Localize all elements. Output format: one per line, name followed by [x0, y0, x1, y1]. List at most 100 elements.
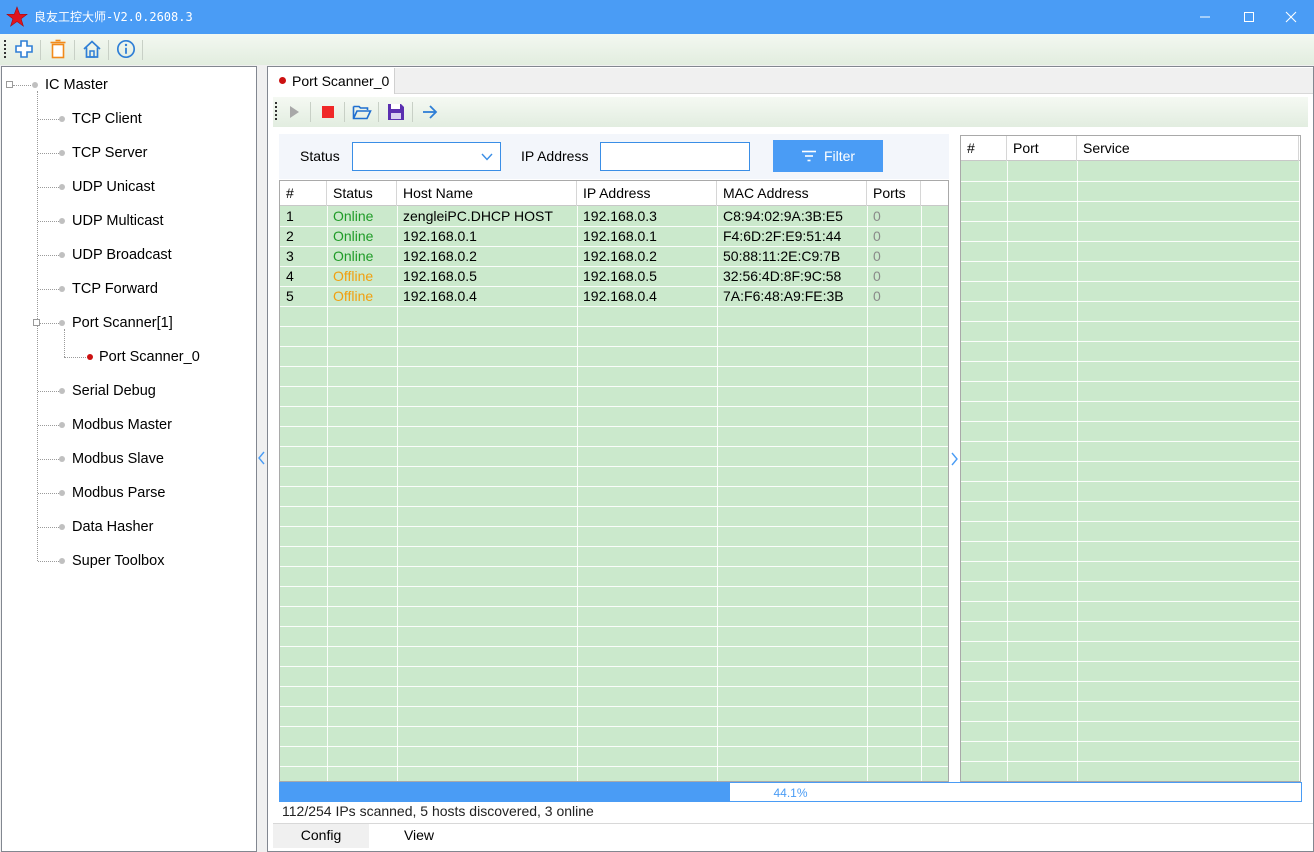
grid-row-line: [961, 221, 1300, 222]
tree-item-port-scanner[interactable]: Port Scanner[1]: [72, 313, 173, 333]
col-header-ip-address[interactable]: IP Address: [577, 181, 717, 206]
tree-item-udp-broadcast[interactable]: UDP Broadcast: [72, 245, 172, 265]
hosts-table-header: # Status Host Name IP Address MAC Addres…: [280, 181, 921, 206]
grid-row-line: [961, 621, 1300, 622]
grid-row-line: [280, 666, 948, 667]
tree-item-super-toolbox[interactable]: Super Toolbox: [72, 551, 164, 571]
grid-row-line: [961, 241, 1300, 242]
cell-mac: F4:6D:2F:E9:51:44: [723, 228, 842, 244]
minimize-button[interactable]: [1182, 0, 1228, 34]
tree-item-data-hasher[interactable]: Data Hasher: [72, 517, 153, 537]
grid-row-line: [280, 606, 948, 607]
cell-host: 192.168.0.5: [403, 268, 477, 284]
tree-node-dot: [32, 82, 38, 88]
scanner-toolbar-grip[interactable]: [275, 102, 278, 122]
tree-item-udp-unicast[interactable]: UDP Unicast: [72, 177, 155, 197]
grid-row-line: [280, 486, 948, 487]
ports-table[interactable]: # Port Service: [960, 135, 1301, 782]
tree-item-serial-debug[interactable]: Serial Debug: [72, 381, 156, 401]
col-header-num[interactable]: #: [280, 181, 327, 206]
ip-filter-input[interactable]: [600, 142, 750, 171]
cell-num: 2: [286, 228, 294, 244]
grid-row-line: [961, 721, 1300, 722]
tab-view[interactable]: View: [369, 824, 469, 848]
cell-ip: 192.168.0.5: [583, 268, 657, 284]
grid-row-line: [280, 426, 948, 427]
tree-root-ic-master[interactable]: IC Master: [45, 75, 108, 95]
chevron-down-icon: [481, 153, 493, 161]
tree-item-port-scanner-0[interactable]: Port Scanner_0: [99, 347, 200, 367]
delete-button[interactable]: [46, 37, 70, 61]
folder-open-icon: [352, 105, 372, 120]
filter-button[interactable]: Filter: [773, 140, 883, 172]
col-header-port-num[interactable]: #: [961, 136, 1007, 161]
grid-row-line: [961, 481, 1300, 482]
table-row[interactable]: 4 Offline 192.168.0.5 192.168.0.5 32:56:4D:8…: [280, 266, 921, 286]
start-scan-button[interactable]: [282, 100, 306, 124]
cell-status: Online: [333, 208, 374, 224]
table-row[interactable]: 3 Online 192.168.0.2 192.168.0.2 50:88:11:2E…: [280, 246, 921, 266]
play-icon: [290, 106, 299, 118]
col-header-service[interactable]: Service: [1077, 136, 1299, 161]
add-button[interactable]: [12, 37, 36, 61]
tree-item-tcp-server[interactable]: TCP Server: [72, 143, 147, 163]
toolbar-grip[interactable]: [4, 40, 7, 60]
grid-row-line: [280, 586, 948, 587]
tree-item-tcp-client[interactable]: TCP Client: [72, 109, 142, 129]
scan-progress-bar: 44.1%: [279, 782, 1302, 802]
cell-host: 192.168.0.4: [403, 288, 477, 304]
tree-item-modbus-master[interactable]: Modbus Master: [72, 415, 172, 435]
grid-row-line: [280, 406, 948, 407]
status-filter-select[interactable]: [352, 142, 501, 171]
tab-config[interactable]: Config: [273, 824, 369, 848]
grid-row-line: [961, 381, 1300, 382]
table-row[interactable]: 5 Offline 192.168.0.4 192.168.0.4 7A:F6:48:A…: [280, 286, 921, 306]
stop-scan-button[interactable]: [316, 100, 340, 124]
grid-row-line: [280, 566, 948, 567]
root-collapse-toggle[interactable]: [6, 81, 13, 88]
col-header-port[interactable]: Port: [1007, 136, 1077, 161]
tree-item-modbus-parse[interactable]: Modbus Parse: [72, 483, 166, 503]
table-row[interactable]: 2 Online 192.168.0.1 192.168.0.1 F4:6D:2F:E9…: [280, 226, 921, 246]
col-header-mac-address[interactable]: MAC Address: [717, 181, 867, 206]
minimize-icon: [1200, 16, 1210, 18]
cell-num: 3: [286, 248, 294, 264]
home-button[interactable]: [80, 37, 104, 61]
close-icon: [1285, 11, 1297, 23]
home-icon: [83, 40, 101, 58]
cell-mac: C8:94:02:9A:3B:E5: [723, 208, 843, 224]
cell-host: 192.168.0.1: [403, 228, 477, 244]
col-header-host-name[interactable]: Host Name: [397, 181, 577, 206]
hosts-table[interactable]: # Status Host Name IP Address MAC Addres…: [279, 180, 949, 782]
save-button[interactable]: [384, 100, 408, 124]
grid-row-line: [280, 386, 948, 387]
collapse-left-arrow-icon[interactable]: [257, 451, 267, 465]
close-button[interactable]: [1268, 0, 1314, 34]
doc-tab-port-scanner-0[interactable]: Port Scanner_0: [270, 68, 395, 94]
cell-ip: 192.168.0.3: [583, 208, 657, 224]
port-scanner-collapse-toggle[interactable]: [33, 319, 40, 326]
maximize-button[interactable]: [1226, 0, 1272, 34]
add-icon: [15, 40, 33, 58]
col-header-ports[interactable]: Ports: [867, 181, 921, 206]
tree-item-udp-multicast[interactable]: UDP Multicast: [72, 211, 164, 231]
navigation-tree: IC Master TCP Client TCP Server UDP Unic…: [1, 66, 257, 852]
cell-mac: 50:88:11:2E:C9:7B: [723, 248, 841, 264]
grid-row-line: [280, 726, 948, 727]
bottom-tab-strip: Config View: [273, 823, 1313, 848]
col-header-status[interactable]: Status: [327, 181, 397, 206]
grid-row-line: [961, 461, 1300, 462]
tree-item-modbus-slave[interactable]: Modbus Slave: [72, 449, 164, 469]
window-title: 良友工控大师-V2.0.2608.3: [34, 10, 193, 24]
open-file-button[interactable]: [350, 100, 374, 124]
info-button[interactable]: [114, 37, 138, 61]
title-bar: 良友工控大师-V2.0.2608.3: [0, 0, 1314, 34]
info-icon: [116, 39, 136, 59]
table-row[interactable]: 1 Online zengleiPC.DHCP HOST 192.168.0.3 C8:…: [280, 206, 921, 226]
export-button[interactable]: [418, 100, 442, 124]
cell-status: Offline: [333, 288, 374, 304]
grid-row-line: [961, 441, 1300, 442]
tree-item-tcp-forward[interactable]: TCP Forward: [72, 279, 158, 299]
collapse-right-arrow-icon[interactable]: [949, 452, 959, 466]
grid-row-line: [280, 646, 948, 647]
